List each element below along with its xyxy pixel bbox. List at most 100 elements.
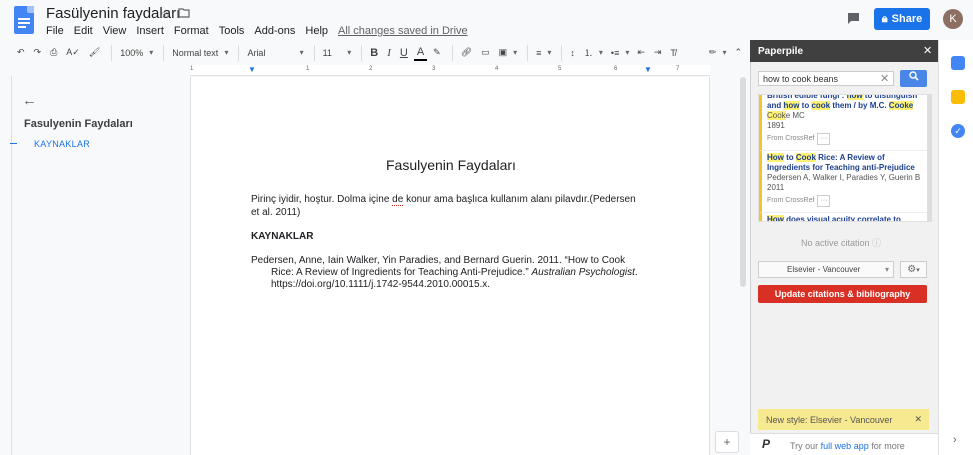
menu-bar: File Edit View Insert Format Tools Add-o… xyxy=(46,25,468,37)
ruler-label: 1 xyxy=(306,66,310,72)
left-indent-marker[interactable]: ▼ xyxy=(248,65,256,74)
indent-less-icon[interactable]: ⇤ xyxy=(634,43,648,63)
close-notice-icon[interactable]: ✕ xyxy=(914,414,922,425)
text-color-icon[interactable]: A xyxy=(413,45,428,61)
close-outline-icon[interactable]: ← xyxy=(22,92,37,109)
no-citation-label: No active citation xyxy=(801,238,870,248)
citation-style-select[interactable]: Elsevier - Vancouver ▾ xyxy=(758,261,894,278)
result-title[interactable]: How to Cook Rice: A Review of Ingredient… xyxy=(767,153,922,173)
notice-text: New style: Elsevier - Vancouver xyxy=(766,415,893,425)
settings-button[interactable]: ⚙▾ xyxy=(900,261,927,278)
search-result-item[interactable]: How to Cook Rice: A Review of Ingredient… xyxy=(759,151,927,213)
comment-add-icon[interactable]: ▭ xyxy=(478,43,493,63)
ruler-label: 2 xyxy=(369,66,373,72)
more-options-icon[interactable]: ··· xyxy=(817,133,831,145)
paperpile-logo: P xyxy=(762,437,771,451)
web-app-link[interactable]: full web app xyxy=(821,441,869,451)
result-authors: Cooke MC xyxy=(767,111,805,120)
citation-style-label: Elsevier - Vancouver xyxy=(787,265,861,274)
result-title[interactable]: How does visual acuity correlate to reco… xyxy=(767,215,922,221)
menu-view[interactable]: View xyxy=(103,25,127,37)
line-spacing-icon[interactable]: ↕ xyxy=(567,43,578,63)
style-select[interactable]: Normal text xyxy=(169,43,230,63)
folder-icon[interactable] xyxy=(178,7,190,21)
search-results-list[interactable]: British edible fungi : how to distinguis… xyxy=(758,94,928,222)
search-result-item[interactable]: British edible fungi : how to distinguis… xyxy=(759,95,927,151)
avatar[interactable]: K xyxy=(943,9,963,29)
tasks-icon[interactable]: ✓ xyxy=(951,124,965,138)
vertical-ruler[interactable] xyxy=(0,76,12,455)
calendar-icon[interactable] xyxy=(951,56,965,70)
lock-icon: 🔒︎ xyxy=(881,12,888,25)
expand-panel-icon[interactable]: › xyxy=(953,434,957,446)
more-options-icon[interactable]: ··· xyxy=(817,195,831,207)
menu-file[interactable]: File xyxy=(46,25,64,37)
ruler-label: 7 xyxy=(676,66,680,72)
align-icon[interactable]: ≡ xyxy=(533,43,553,63)
ruler-label: 3 xyxy=(432,66,436,72)
menu-tools[interactable]: Tools xyxy=(219,25,245,37)
share-button[interactable]: 🔒︎ Share xyxy=(874,8,930,30)
font-select[interactable]: Arial xyxy=(244,43,305,63)
save-status[interactable]: All changes saved in Drive xyxy=(338,25,468,37)
paperpile-footer: Try our full web app for more xyxy=(750,433,938,455)
result-title[interactable]: British edible fungi : how to distinguis… xyxy=(767,95,922,111)
search-result-item[interactable]: How does visual acuity correlate to reco… xyxy=(759,213,927,221)
footer-text: Try our xyxy=(790,441,821,451)
reference-journal: Australian Psychologist xyxy=(531,267,635,278)
paragraph-text: Pirinç iyidir, hoştur. Dolma içine xyxy=(251,194,393,205)
style-notice: New style: Elsevier - Vancouver ✕ xyxy=(758,409,929,430)
citation-search-input[interactable] xyxy=(758,71,894,86)
chevron-down-icon: ▾ xyxy=(884,265,889,274)
result-source-label: From CrossRef xyxy=(767,135,815,142)
close-icon[interactable]: ✕ xyxy=(923,44,932,57)
menu-help[interactable]: Help xyxy=(305,25,328,37)
outline-active-marker xyxy=(10,143,17,144)
menu-insert[interactable]: Insert xyxy=(136,25,164,37)
add-comment-icon[interactable]: + xyxy=(715,431,739,453)
clear-search-icon[interactable]: ✕ xyxy=(880,72,889,85)
font-size-select[interactable]: 11 xyxy=(320,43,354,63)
redo-icon[interactable]: ↷ xyxy=(31,43,45,63)
link-icon[interactable]: 🔗︎ xyxy=(458,43,475,63)
menu-addons[interactable]: Add-ons xyxy=(254,25,295,37)
document-scrollbar[interactable] xyxy=(740,77,746,287)
references-heading: KAYNAKLAR xyxy=(251,231,314,242)
outline-item-kaynaklar[interactable]: KAYNAKLAR xyxy=(34,139,90,149)
star-icon[interactable]: ☆ xyxy=(160,7,171,21)
share-label: Share xyxy=(891,13,923,25)
keep-icon[interactable] xyxy=(951,90,965,104)
highlight-icon[interactable]: ✎ xyxy=(430,43,444,63)
search-icon xyxy=(908,71,919,81)
search-button[interactable] xyxy=(900,70,927,87)
menu-edit[interactable]: Edit xyxy=(74,25,93,37)
print-icon[interactable]: ⎙ xyxy=(47,43,60,63)
ruler-label: 6 xyxy=(614,66,618,72)
comments-icon[interactable] xyxy=(847,12,860,30)
outline-title[interactable]: Fasulyenin Faydaları xyxy=(24,118,133,130)
underline-icon[interactable]: U xyxy=(397,43,411,63)
paint-format-icon[interactable]: 🖌︎ xyxy=(86,43,103,63)
bold-icon[interactable]: B xyxy=(367,43,381,63)
update-citations-button[interactable]: Update citations & bibliography xyxy=(758,285,927,303)
horizontal-ruler[interactable]: 1 1 2 3 4 5 6 7 ▼ ▼ xyxy=(190,65,710,76)
zoom-select[interactable]: 100% xyxy=(117,43,155,63)
results-scrollbar[interactable] xyxy=(928,94,932,222)
ruler-label: 5 xyxy=(558,66,562,72)
undo-icon[interactable]: ↶ xyxy=(14,43,28,63)
indent-more-icon[interactable]: ⇥ xyxy=(651,43,665,63)
menu-format[interactable]: Format xyxy=(174,25,209,37)
docs-logo[interactable] xyxy=(14,6,34,34)
misspelled-word[interactable]: de xyxy=(392,194,404,206)
document-heading: Fasulyenin Faydaları xyxy=(386,157,516,173)
collapse-toolbar-icon[interactable]: ⌃ xyxy=(731,43,745,63)
italic-icon[interactable]: I xyxy=(384,43,394,63)
bulleted-list-icon[interactable]: •≡ xyxy=(608,43,631,63)
numbered-list-icon[interactable]: ⒈ xyxy=(581,43,605,63)
spellcheck-icon[interactable]: A✓ xyxy=(63,43,83,63)
result-year: 2011 xyxy=(767,183,785,192)
clear-format-icon[interactable]: T̸ xyxy=(667,43,679,63)
image-icon[interactable]: ▣ xyxy=(496,43,520,63)
right-indent-marker[interactable]: ▼ xyxy=(644,65,652,74)
editing-mode-icon[interactable]: ✏︎ xyxy=(706,43,729,63)
